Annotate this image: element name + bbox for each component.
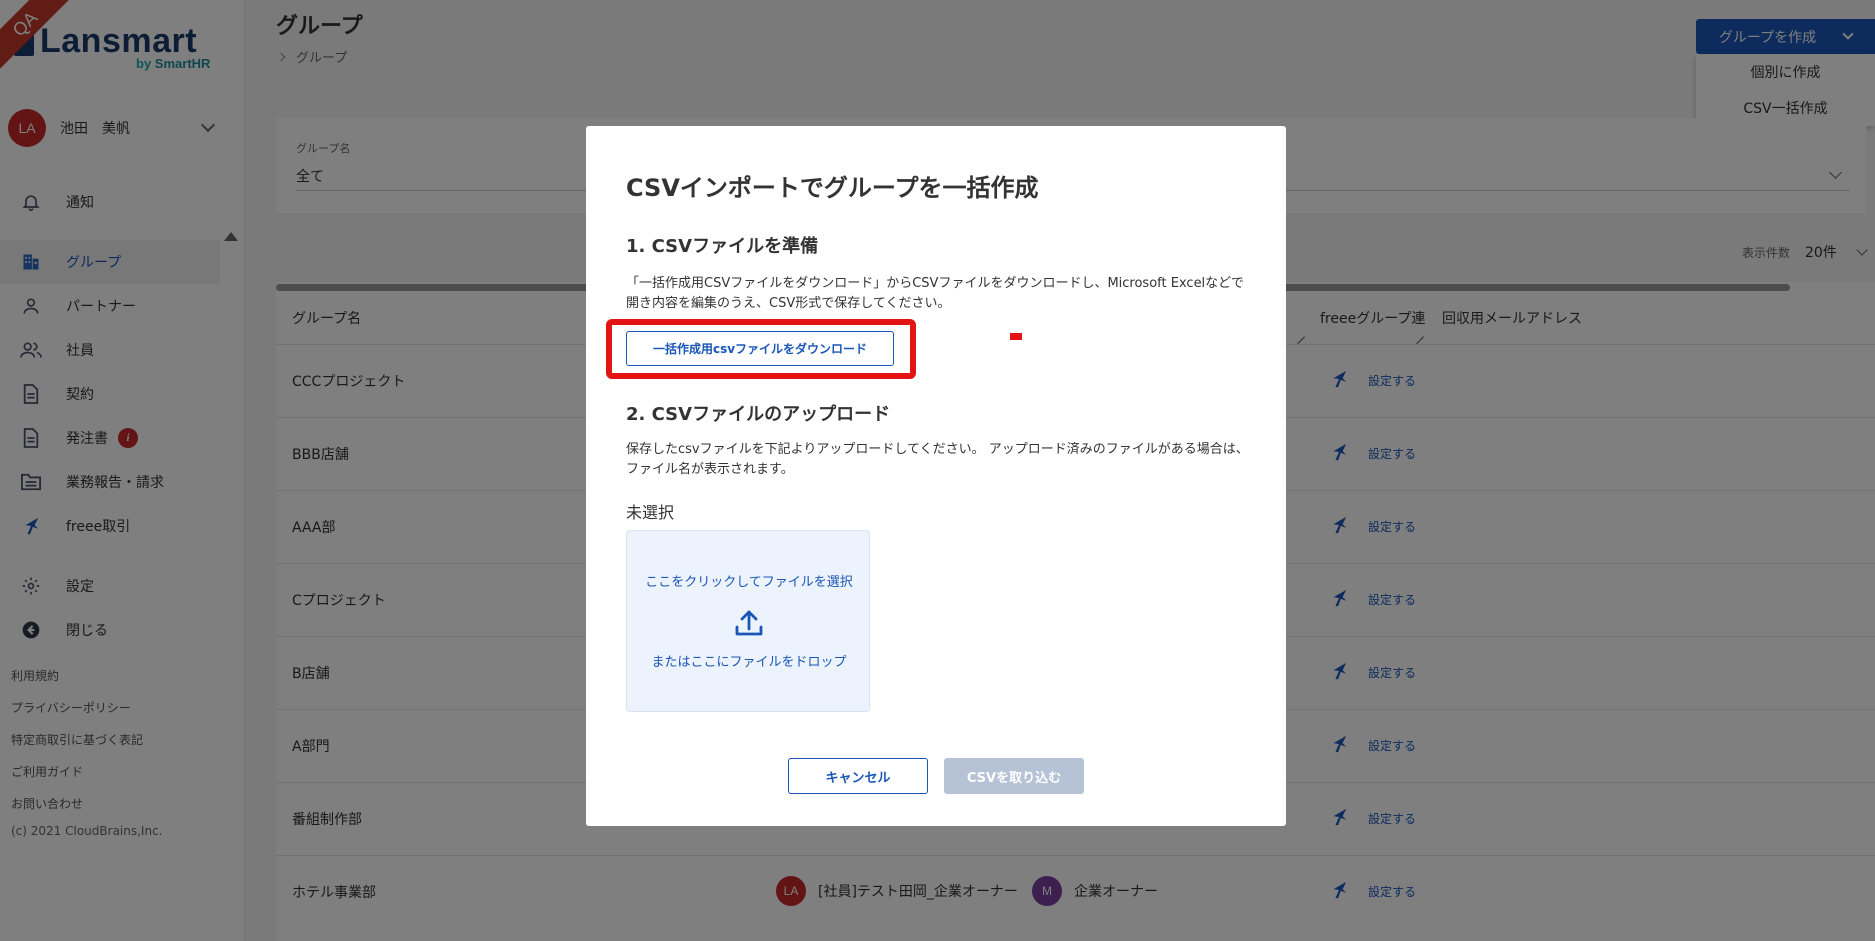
- cursor-marker: [1010, 333, 1022, 340]
- file-drop-zone[interactable]: ここをクリックしてファイルを選択 またはここにファイルをドロップ: [626, 530, 870, 712]
- drop-file-text: またはここにファイルをドロップ: [651, 655, 847, 670]
- step2-description: 保存したcsvファイルを下記よりアップロードしてください。 アップロード済みのフ…: [626, 442, 1249, 477]
- step1-description: 「一括作成用CSVファイルをダウンロード」からCSVファイルをダウンロードし、M…: [626, 276, 1244, 311]
- step1-title: 1. CSVファイルを準備: [626, 236, 819, 257]
- select-file-text: ここをクリックしてファイルを選択: [645, 575, 853, 590]
- selected-file-status: 未選択: [626, 503, 675, 522]
- upload-icon: [733, 607, 765, 639]
- download-csv-button[interactable]: 一括作成用csvファイルをダウンロード: [626, 331, 894, 366]
- step2-title: 2. CSVファイルのアップロード: [626, 404, 891, 425]
- csv-import-dialog: CSVインポートでグループを一括作成 1. CSVファイルを準備 「一括作成用C…: [586, 126, 1286, 826]
- import-csv-button[interactable]: CSVを取り込む: [944, 758, 1084, 794]
- cancel-button[interactable]: キャンセル: [788, 758, 928, 794]
- dialog-title: CSVインポートでグループを一括作成: [626, 174, 1039, 202]
